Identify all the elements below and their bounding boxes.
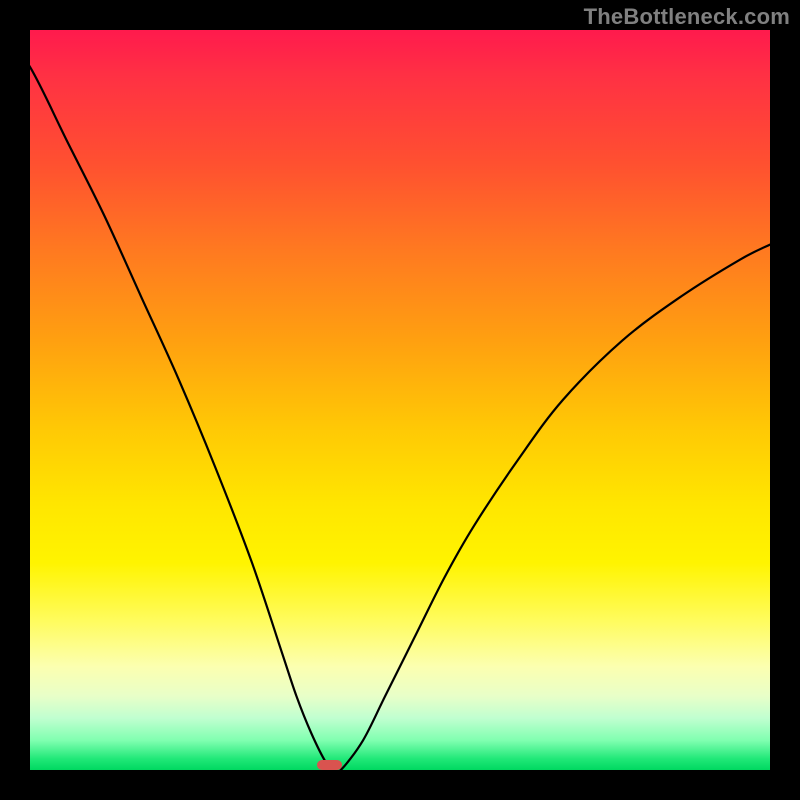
- chart-frame: TheBottleneck.com: [0, 0, 800, 800]
- watermark-text: TheBottleneck.com: [584, 4, 790, 30]
- bottleneck-curve: [30, 30, 770, 770]
- plot-area: [30, 30, 770, 770]
- curve-path: [30, 30, 770, 770]
- bottleneck-marker: [317, 760, 342, 770]
